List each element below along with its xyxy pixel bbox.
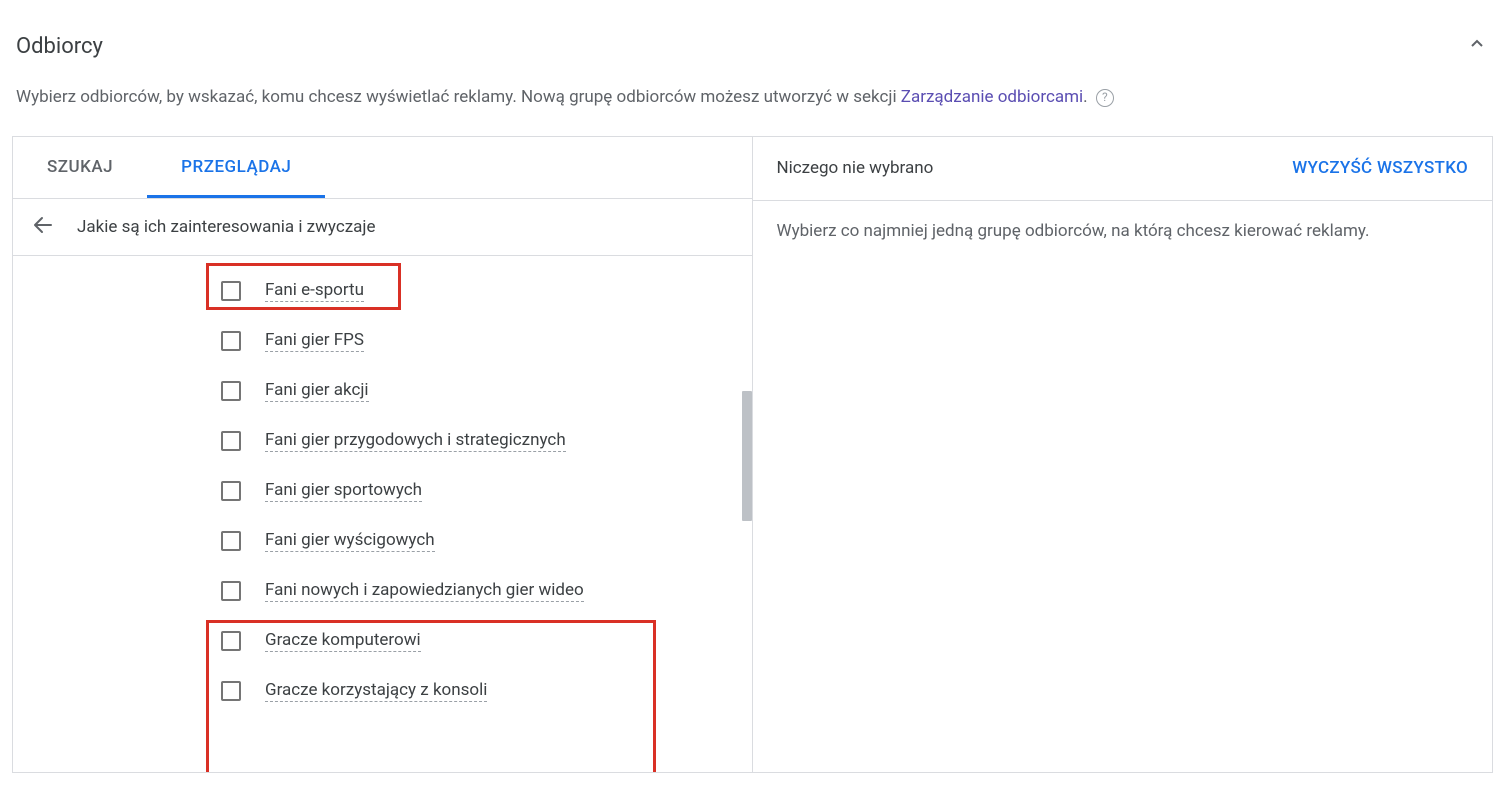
item-label[interactable]: Fani gier akcji: [265, 380, 369, 402]
item-label[interactable]: Gracze komputerowi: [265, 630, 421, 652]
item-label[interactable]: Fani nowych i zapowiedzianych gier wideo: [265, 580, 584, 602]
right-header: Niczego nie wybrano WYCZYŚĆ WSZYSTKO: [753, 137, 1493, 201]
checkbox[interactable]: [221, 631, 241, 651]
checkbox[interactable]: [221, 681, 241, 701]
item-label[interactable]: Gracze korzystający z konsoli: [265, 680, 487, 702]
list-wrap: Fani e-sportu Fani gier FPS Fani gier ak…: [13, 256, 752, 772]
panels: SZUKAJ PRZEGLĄDAJ Jakie są ich zainteres…: [12, 136, 1493, 773]
list-item[interactable]: Fani gier sportowych: [13, 466, 752, 516]
back-arrow-icon[interactable]: [31, 213, 55, 241]
scrollbar-track[interactable]: [742, 256, 752, 772]
description-text-prefix: Wybierz odbiorców, by wskazać, komu chce…: [16, 87, 901, 107]
item-label[interactable]: Fani gier FPS: [265, 330, 364, 352]
item-label[interactable]: Fani e-sportu: [265, 280, 364, 302]
description-text-suffix: .: [1083, 87, 1087, 107]
checkbox[interactable]: [221, 531, 241, 551]
list-item[interactable]: Fani gier wyścigowych: [13, 516, 752, 566]
right-panel: Niczego nie wybrano WYCZYŚĆ WSZYSTKO Wyb…: [753, 137, 1493, 772]
tabs: SZUKAJ PRZEGLĄDAJ: [13, 137, 752, 199]
checkbox[interactable]: [221, 331, 241, 351]
list-item[interactable]: Fani gier przygodowych i strategicznych: [13, 416, 752, 466]
checkbox[interactable]: [221, 381, 241, 401]
checkbox[interactable]: [221, 481, 241, 501]
tab-search[interactable]: SZUKAJ: [13, 137, 147, 198]
list-item[interactable]: Gracze korzystający z konsoli: [13, 666, 752, 716]
right-title: Niczego nie wybrano: [777, 158, 934, 178]
section-description: Wybierz odbiorców, by wskazać, komu chce…: [12, 78, 1493, 136]
scrollbar-thumb[interactable]: [742, 391, 752, 521]
section-title: Odbiorcy: [16, 34, 103, 59]
item-label[interactable]: Fani gier sportowych: [265, 480, 422, 502]
breadcrumb: Jakie są ich zainteresowania i zwyczaje: [13, 199, 752, 256]
list-item[interactable]: Fani gier FPS: [13, 316, 752, 366]
list-item[interactable]: Fani e-sportu: [13, 266, 752, 316]
tab-browse[interactable]: PRZEGLĄDAJ: [147, 137, 325, 198]
collapse-icon[interactable]: [1465, 32, 1489, 60]
checkbox[interactable]: [221, 431, 241, 451]
item-label[interactable]: Fani gier przygodowych i strategicznych: [265, 430, 566, 452]
audiences-section: Odbiorcy Wybierz odbiorców, by wskazać, …: [0, 0, 1505, 773]
item-label[interactable]: Fani gier wyścigowych: [265, 530, 435, 552]
audience-manager-link[interactable]: Zarządzanie odbiorcami: [901, 87, 1083, 107]
right-body: Wybierz co najmniej jedną grupę odbiorcó…: [753, 201, 1493, 261]
left-panel: SZUKAJ PRZEGLĄDAJ Jakie są ich zainteres…: [13, 137, 753, 772]
list-item[interactable]: Gracze komputerowi: [13, 616, 752, 666]
checkbox[interactable]: [221, 281, 241, 301]
breadcrumb-text: Jakie są ich zainteresowania i zwyczaje: [77, 217, 376, 237]
section-header: Odbiorcy: [12, 10, 1493, 78]
audience-list: Fani e-sportu Fani gier FPS Fani gier ak…: [13, 256, 752, 726]
clear-all-button[interactable]: WYCZYŚĆ WSZYSTKO: [1292, 158, 1468, 178]
list-item[interactable]: Fani nowych i zapowiedzianych gier wideo: [13, 566, 752, 616]
checkbox[interactable]: [221, 581, 241, 601]
list-item[interactable]: Fani gier akcji: [13, 366, 752, 416]
help-icon[interactable]: ?: [1096, 89, 1114, 107]
